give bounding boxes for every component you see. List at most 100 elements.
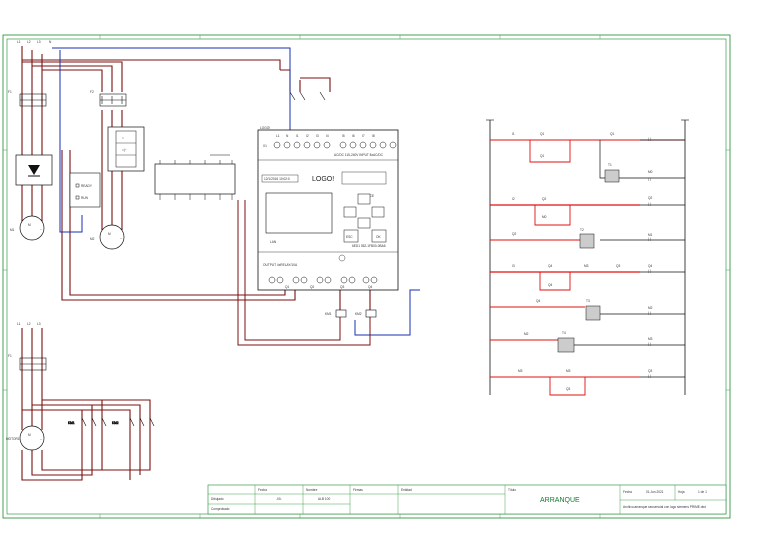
motor-1-lower: M ~ MOTOR1 [6, 425, 45, 451]
tb-sheet: 1 de 1 [698, 490, 707, 494]
breaker-f1: F1 [8, 90, 47, 107]
contactor-label-km2: KM2 [112, 421, 119, 425]
x1-label: X1 [263, 144, 267, 148]
logo-brand: LOGO! [312, 176, 334, 183]
svg-text:~: ~ [120, 237, 122, 241]
svg-text:Q3: Q3 [648, 369, 652, 373]
tb-header-fecha: Fecha [258, 488, 267, 492]
ladder-rung-6: M2 T4 ( ) M3 [490, 331, 685, 353]
svg-text:T3: T3 [586, 299, 590, 303]
svg-text:M: M [108, 232, 111, 236]
breaker-label-f1: F1 [8, 90, 12, 94]
run-label: RUN [81, 196, 89, 200]
logo-screen [265, 192, 333, 234]
svg-text:M: M [28, 223, 31, 227]
contactor-label-km1: KM1 [68, 421, 75, 425]
terminal-i4: I4 [326, 134, 329, 138]
svg-text:( ): ( ) [648, 342, 651, 346]
output-q2: Q2 [310, 285, 314, 289]
svg-text:( ): ( ) [648, 374, 651, 378]
svg-text:M: M [28, 433, 31, 437]
svg-text:=|~: =|~ [122, 148, 127, 152]
breaker-lower: F1 [8, 354, 47, 371]
order-number: 6ED1 052-1FB00-0BA6 [352, 244, 386, 248]
tb-date: 01.Jun.2021 [646, 490, 664, 494]
svg-text:Q1: Q1 [540, 154, 544, 158]
logo-plc: LOGO! L1 N I1 I2 I3 I4 I5 I6 I7 I8 X1 AC… [257, 126, 399, 291]
motor-m1: M ~ M1 [10, 215, 45, 241]
selector-switch [289, 91, 326, 101]
contactor-km1: KM1 [68, 417, 107, 427]
svg-text:T2: T2 [580, 228, 584, 232]
breaker-f2: F2 [90, 90, 127, 107]
terminal-i8: I8 [372, 134, 375, 138]
tb-row-comprobado: Comprobado [211, 507, 230, 511]
svg-text:( ): ( ) [648, 311, 651, 315]
ladder-rung-4: I3 Q4 Q4 M3 Q3 ( ) Q4 [490, 264, 685, 291]
terminal-i5: I5 [342, 134, 345, 138]
coil-label-km1: KM1 [325, 312, 332, 316]
drive-block: ≈ =|~ [107, 126, 145, 172]
svg-text:( ): ( ) [648, 269, 651, 273]
svg-text:M0: M0 [648, 170, 653, 174]
svg-text:Q4: Q4 [548, 264, 552, 268]
supply-label-l1: L1 [17, 40, 21, 44]
terminal-i2: I2 [306, 134, 309, 138]
coil-label-km2: KM2 [355, 312, 362, 316]
tb-row-dibujado-fecha: -00- [276, 497, 282, 501]
svg-text:M1: M1 [648, 233, 653, 237]
terminal-i6: I6 [352, 134, 355, 138]
motor-m2: M ~ M2 [90, 224, 125, 250]
tb-header-firmas: Firmas [353, 488, 363, 492]
schematic-sheet: L1 L2 L3 N F1 F2 READY RUN ≈ =|~ M ~ M1 … [2, 34, 731, 519]
tb-sheet-label: Hoja [678, 490, 685, 494]
esc-key: ESC [346, 235, 353, 239]
output-q4: Q4 [368, 285, 372, 289]
ready-label: READY [81, 184, 93, 188]
ladder-rung-5: Q4 T3 ( ) M2 [490, 299, 685, 321]
drawing-title: ARRANQUE [540, 497, 580, 504]
ladder-diagram: I1 Q1 Q1 Q1 T1 M0 ( ) ( ) I2 Q2 M0 ( ) Q… [486, 119, 689, 396]
input-header: AC/DC 115-240V INPUT 8xAC/DC [334, 153, 384, 157]
svg-text:( ): ( ) [648, 137, 651, 141]
svg-text:≈: ≈ [122, 136, 124, 140]
svg-text:Q1: Q1 [540, 132, 544, 136]
svg-text:( ): ( ) [648, 237, 651, 241]
svg-text:LOGO!: LOGO! [260, 126, 270, 130]
tb-date-label: Fecha [623, 490, 632, 494]
svg-text:I2: I2 [512, 197, 515, 201]
svg-text:M3: M3 [584, 264, 589, 268]
lan-label: LAN [270, 240, 277, 244]
motor-name: MOTOR1 [6, 437, 20, 441]
ladder-rung-7: M3 M3 Q3 ( ) Q3 [490, 369, 685, 396]
svg-text:M3: M3 [566, 369, 571, 373]
svg-text:M2: M2 [524, 332, 529, 336]
tb-row-dibujado-nombre: ALB 100 [318, 497, 330, 501]
svg-text:Q1: Q1 [610, 132, 614, 136]
title-block: Fecha Nombre Firmas Entidad Dibujado -00… [207, 484, 727, 515]
soft-starter-block [15, 154, 53, 186]
supply-label-l3: L3 [37, 40, 41, 44]
tb-header-entidad: Entidad [401, 488, 412, 492]
svg-text:Q2: Q2 [648, 196, 652, 200]
tb-row-dibujado: Dibujado [211, 497, 224, 501]
motor-label-m1: M1 [10, 228, 15, 232]
ladder-rung-3: Q2 T2 ( ) M1 [490, 228, 685, 249]
tb-header-nombre: Nombre [306, 488, 318, 492]
ladder-rung-1: I1 Q1 Q1 Q1 T1 M0 ( ) ( ) [490, 132, 685, 183]
output-coils: KM1 KM2 [325, 309, 377, 318]
tb-file: Archivo:arranque secuencial con logo sie… [623, 505, 706, 509]
lower-supply-l3: L3 [37, 322, 41, 326]
output-header: OUTPUT 4xRELAY/10A [263, 263, 298, 267]
output-q1: Q1 [285, 285, 289, 289]
svg-text:( ): ( ) [648, 202, 651, 206]
svg-text:I1: I1 [512, 132, 515, 136]
power-bus-lower [21, 328, 151, 481]
svg-text:I3: I3 [512, 264, 515, 268]
lower-supply-l2: L2 [27, 322, 31, 326]
display-clock: 12/1/2016 10:02:0 [264, 177, 290, 181]
svg-text:~: ~ [40, 228, 42, 232]
contactor-km2: KM2 [112, 417, 155, 427]
svg-text:M3: M3 [518, 369, 523, 373]
status-block: READY RUN [69, 172, 101, 208]
